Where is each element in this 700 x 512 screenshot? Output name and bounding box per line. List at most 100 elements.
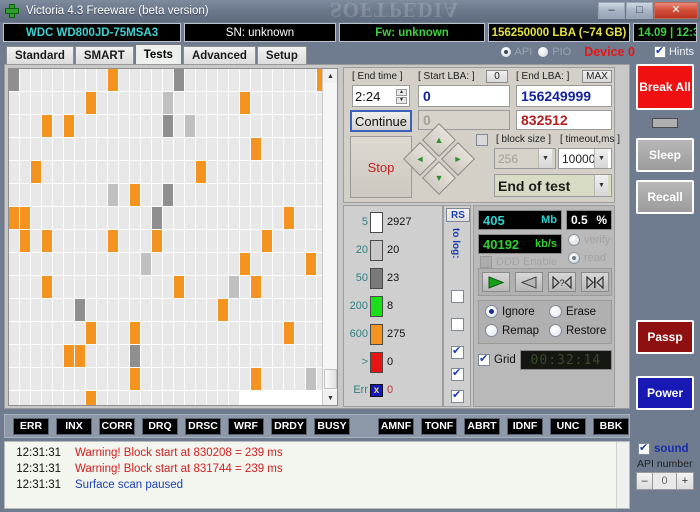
block-size-select[interactable]: 256 ▼: [494, 148, 556, 169]
surface-block: [42, 69, 52, 91]
surface-block: [273, 115, 283, 137]
surface-block: [163, 299, 173, 321]
sound-panel: sound API number – 0 +: [634, 441, 698, 509]
surface-block: [240, 368, 250, 390]
tab-advanced[interactable]: Advanced: [182, 46, 256, 64]
surface-block: [42, 276, 52, 298]
action-restore[interactable]: Restore: [549, 324, 606, 337]
end-time-updown[interactable]: ▲ ▼: [396, 88, 407, 104]
grid-checkbox[interactable]: [478, 352, 490, 366]
radio-api[interactable]: API: [499, 46, 532, 58]
surface-block: [31, 391, 41, 405]
surface-block: [185, 184, 195, 206]
surface-block: [163, 276, 173, 298]
hints-checkbox[interactable]: Hints: [653, 44, 694, 58]
radio-pio[interactable]: PIO: [537, 46, 571, 58]
surface-block: [262, 345, 272, 367]
surface-block: [196, 184, 206, 206]
status-led-amnf: AMNF: [378, 417, 414, 435]
ddd-enable-checkbox[interactable]: DDD Enable: [480, 256, 557, 268]
minimize-button[interactable]: –: [598, 2, 625, 19]
stats-panel: 405 Mb 0.5 % 40192 kb/s verify read DDD …: [473, 205, 615, 407]
api-number-minus[interactable]: –: [636, 472, 653, 490]
action-erase[interactable]: Erase: [549, 305, 596, 318]
power-button[interactable]: Power: [636, 376, 694, 410]
play-forward-button[interactable]: [481, 272, 510, 292]
dpad-control[interactable]: ▲ ◄ ► ▼: [403, 123, 475, 195]
action-remap[interactable]: Remap: [485, 324, 539, 337]
surface-block: [295, 368, 305, 390]
tolog-checkbox-err[interactable]: [451, 366, 464, 381]
to-start-button[interactable]: [580, 272, 609, 292]
surface-block: [152, 161, 162, 183]
action-ignore[interactable]: Ignore: [485, 305, 535, 318]
close-button[interactable]: ✕: [654, 2, 698, 19]
surface-block: [174, 69, 184, 91]
surface-block: [207, 69, 217, 91]
log-panel[interactable]: 12:31:31 Warning! Block start at 830208 =…: [4, 441, 630, 509]
sleep-button[interactable]: Sleep: [636, 138, 694, 172]
tab-setup[interactable]: Setup: [256, 46, 307, 64]
surface-block: [229, 276, 239, 298]
legend-count: 8: [387, 300, 394, 312]
surface-block: [42, 138, 52, 160]
tolog-checkbox-red[interactable]: [451, 344, 464, 359]
scroll-thumb[interactable]: [324, 369, 337, 389]
surface-block: [86, 276, 96, 298]
start-lba-input[interactable]: 0: [418, 85, 510, 107]
break-all-button[interactable]: Break All: [636, 64, 694, 110]
end-lba-max-button[interactable]: MAX: [582, 70, 612, 83]
surface-map[interactable]: ▲ ▼: [8, 68, 338, 406]
control-column: [ End time ] [ Start LBA: ] 0 [ End LBA:…: [343, 67, 629, 408]
surface-block: [240, 92, 250, 114]
timeout-chevron-down-icon: ▼: [594, 149, 608, 168]
watermark: SOFTPEDIA: [330, 0, 460, 22]
api-number-stepper[interactable]: – 0 +: [636, 472, 698, 490]
op-read[interactable]: read: [568, 252, 606, 264]
surface-map-scrollbar[interactable]: ▲ ▼: [322, 69, 337, 405]
timeout-select[interactable]: 10000 ▼: [558, 148, 612, 169]
end-action-select[interactable]: End of test ▼: [494, 174, 612, 197]
api-number-plus[interactable]: +: [677, 472, 694, 490]
end-action-value: End of test: [498, 177, 571, 194]
dpad-enable-checkbox[interactable]: [476, 134, 488, 146]
scan-unknown-button[interactable]: ?: [547, 272, 576, 292]
passport-button[interactable]: Passp: [636, 320, 694, 354]
surface-block: [251, 253, 261, 275]
scroll-up-arrow[interactable]: ▲: [323, 69, 337, 83]
title-bar: Victoria 4.3 Freeware (beta version) SOF…: [0, 0, 700, 22]
end-lba-input[interactable]: 156249999: [516, 85, 612, 107]
log-message: Warning! Block start at 831744 = 239 ms: [75, 463, 283, 475]
surface-block: [262, 276, 272, 298]
surface-block: [185, 138, 195, 160]
surface-block: [240, 184, 250, 206]
surface-block: [240, 115, 250, 137]
sound-checkbox[interactable]: sound: [638, 441, 698, 455]
op-verify[interactable]: verify: [568, 234, 610, 246]
start-lba-zero-button[interactable]: 0: [486, 70, 508, 83]
rs-button[interactable]: RS: [446, 208, 470, 222]
surface-block: [262, 138, 272, 160]
surface-block: [174, 115, 184, 137]
log-scrollbar[interactable]: [616, 442, 629, 508]
play-reverse-icon: [520, 275, 536, 289]
scroll-down-arrow[interactable]: ▼: [323, 391, 337, 405]
maximize-button[interactable]: □: [626, 2, 653, 19]
tab-smart[interactable]: SMART: [74, 46, 134, 64]
surface-block: [119, 253, 129, 275]
tolog-checkbox-extra[interactable]: [451, 388, 464, 403]
surface-block: [31, 253, 41, 275]
play-reverse-button[interactable]: [514, 272, 543, 292]
tolog-checkbox-orange[interactable]: [451, 318, 464, 331]
end-time-spinner[interactable]: 2:24 ▲ ▼: [352, 85, 410, 107]
tab-standard[interactable]: Standard: [6, 46, 74, 64]
stop-button[interactable]: Stop: [350, 136, 412, 198]
surface-block: [207, 207, 217, 229]
surface-block: [42, 368, 52, 390]
tab-tests[interactable]: Tests: [134, 44, 182, 64]
tolog-checkbox-green[interactable]: [451, 290, 464, 303]
continue-button[interactable]: Continue: [350, 110, 412, 132]
grid-row: Grid 00:32:14: [478, 348, 612, 372]
surface-block: [218, 299, 228, 321]
recall-button[interactable]: Recall: [636, 180, 694, 214]
